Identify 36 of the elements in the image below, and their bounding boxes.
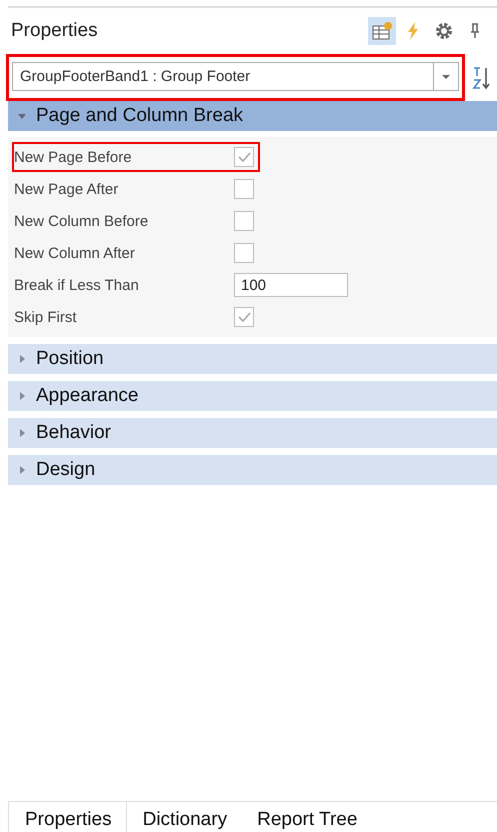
property-label: Skip First <box>14 308 78 326</box>
section-header[interactable]: Position <box>8 344 497 374</box>
section-header[interactable]: Appearance <box>8 381 497 411</box>
expand-icon <box>18 466 26 474</box>
checkbox[interactable] <box>234 243 254 263</box>
expand-icon <box>18 429 26 437</box>
check-icon <box>237 311 251 323</box>
property-label: New Page After <box>14 180 120 198</box>
property-label: New Page Before <box>14 148 133 166</box>
check-icon <box>237 151 251 163</box>
toolbar-button[interactable] <box>368 17 396 45</box>
property-grid-icon <box>371 21 393 41</box>
tab[interactable]: Report Tree <box>241 802 372 832</box>
pin-icon <box>470 23 480 39</box>
checkbox[interactable] <box>234 179 254 199</box>
section-header[interactable]: Behavior <box>8 418 497 448</box>
lightning-icon <box>407 22 419 40</box>
property-label: New Column Before <box>14 212 150 230</box>
expand-icon <box>18 392 26 400</box>
settings-icon <box>435 22 453 40</box>
property-label: New Column After <box>14 244 136 262</box>
section-header[interactable]: Design <box>8 455 497 485</box>
checkbox[interactable] <box>234 211 254 231</box>
collapse-icon <box>18 112 26 120</box>
checkbox[interactable] <box>234 147 254 167</box>
panel-title: Properties <box>11 20 99 42</box>
property-label: Break if Less Than <box>14 276 140 294</box>
object-dropdown[interactable]: GroupFooterBand1 : Group Footer <box>12 62 459 91</box>
input-field[interactable]: 100 <box>234 273 348 297</box>
expand-icon <box>18 355 26 363</box>
section-header[interactable]: Page and Column Break <box>8 101 497 131</box>
tab[interactable]: Properties <box>8 802 127 832</box>
checkbox[interactable] <box>234 307 254 327</box>
tab[interactable]: Dictionary <box>126 802 242 832</box>
caret-icon <box>442 74 450 78</box>
sort-az-icon[interactable] <box>471 66 491 90</box>
